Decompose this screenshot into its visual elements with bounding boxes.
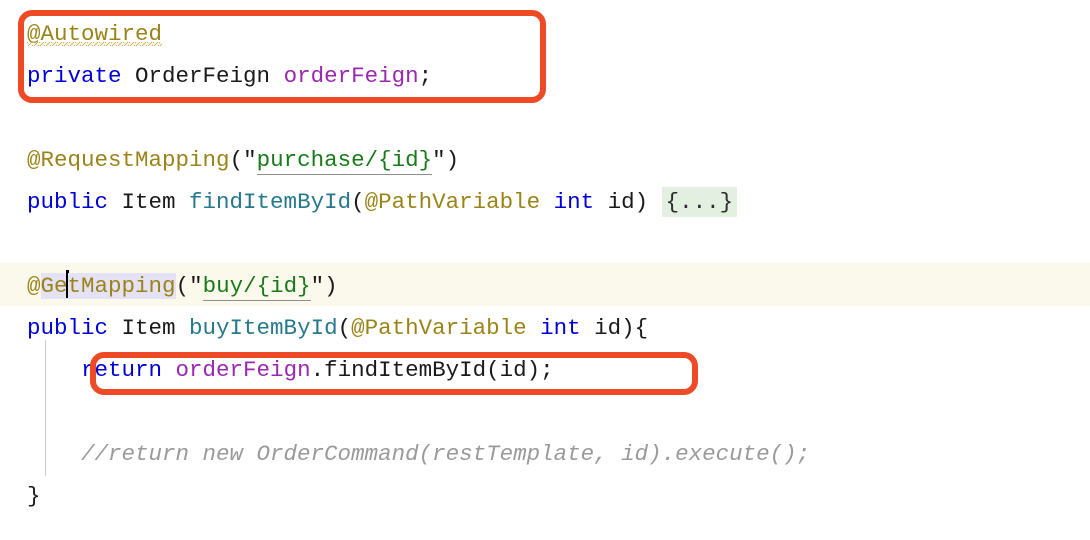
code-token-keyword: int (553, 189, 595, 215)
url-path-token: buy/{id} (202, 273, 311, 301)
code-token-plain: (" (229, 147, 257, 173)
code-line[interactable]: private OrderFeign orderFeign; (0, 55, 1090, 98)
code-token-field: orderFeign (175, 357, 311, 383)
code-line[interactable]: @RequestMapping("purchase/{id}") (0, 139, 1090, 182)
code-token-keyword: return (81, 357, 163, 383)
code-token-keyword: int (540, 315, 581, 341)
code-token-annotation: @PathVariable (351, 315, 527, 341)
code-token-plain: Item (108, 189, 190, 215)
code-token-keyword: public (27, 315, 109, 341)
code-token-annotation: tMapping (67, 273, 176, 299)
code-editor-viewport[interactable]: @Autowired private OrderFeign orderFeign… (0, 0, 1090, 540)
code-token-keyword: public (27, 189, 109, 215)
code-token-plain: } (27, 483, 41, 509)
code-token-plain: id) (594, 189, 662, 215)
code-line[interactable]: @Autowired (0, 13, 1090, 56)
code-token-comment: //return new OrderCommand(restTemplate, … (81, 441, 811, 467)
code-line[interactable]: public Item findItemById(@PathVariable i… (0, 181, 1090, 224)
code-token-plain: Item (108, 315, 190, 341)
code-token-plain: ( (337, 315, 352, 341)
code-token-plain: ( (351, 189, 365, 215)
code-token-annotation: @RequestMapping (27, 147, 230, 173)
code-token-plain: OrderFeign (121, 63, 284, 89)
warning-squiggle-token: @Autowired (27, 21, 163, 47)
code-line[interactable] (0, 223, 1090, 266)
code-token-plain: id){ (580, 315, 649, 341)
code-token-method: findItemById (189, 189, 352, 215)
code-token-plain: ") (432, 147, 460, 173)
code-line[interactable]: return orderFeign.findItemById(id); (0, 349, 1090, 392)
code-token-plain: ; (418, 63, 433, 89)
folded-code-badge: {...} (661, 187, 738, 217)
code-token-method: buyItemById (189, 315, 338, 341)
code-token-annotation: @ (27, 273, 41, 299)
code-token-annotation: @PathVariable (364, 189, 541, 215)
code-line[interactable]: //return new OrderCommand(restTemplate, … (0, 433, 1090, 476)
code-token-plain: .findItemById(id); (310, 357, 554, 383)
code-token-field: orderFeign (283, 63, 419, 89)
code-token-plain: ") (310, 273, 338, 299)
code-line[interactable]: @GetMapping("buy/{id}") (0, 265, 1090, 308)
code-token-plain: (" (175, 273, 203, 299)
code-line[interactable]: } (0, 475, 1090, 518)
code-token-annotation: Ge (40, 273, 68, 299)
code-line[interactable]: public Item buyItemById(@PathVariable in… (0, 307, 1090, 350)
code-line[interactable] (0, 97, 1090, 140)
code-token-keyword: private (27, 63, 122, 89)
url-path-token: purchase/{id} (256, 147, 433, 175)
code-line[interactable] (0, 391, 1090, 434)
